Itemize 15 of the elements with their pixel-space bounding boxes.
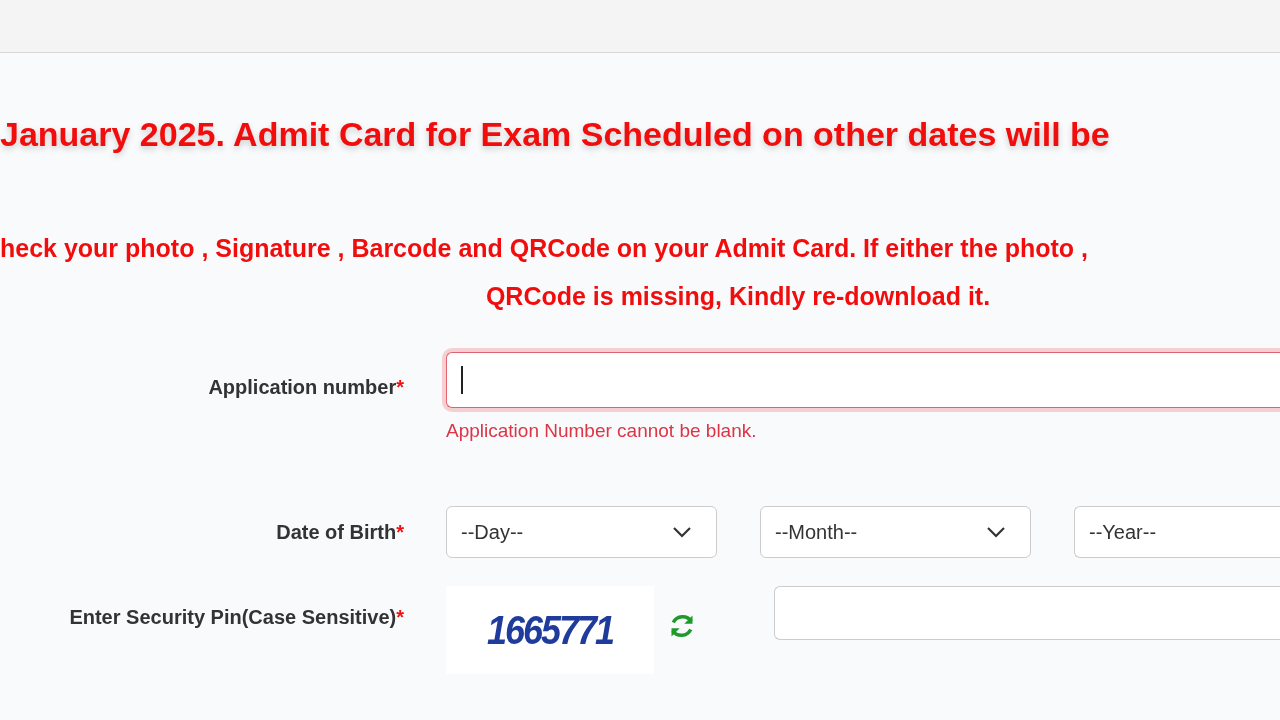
error-message: Application Number cannot be blank. [446,419,758,443]
field-label: Date of Birth* [276,519,404,545]
input-field[interactable] [774,585,1280,640]
select-dropdown[interactable]: --Month-- [760,505,1031,558]
text-caret [461,366,463,394]
notice-headline: January 2025. Admit Card for Exam Scheduled on other dates will be [0,114,1111,155]
notice-message: QRCode is missing, Kindly re-download it. [484,281,991,312]
field-label: Application number* [208,375,404,400]
chevron-icon [672,525,692,538]
field-label: Enter Security Pin(Case Sensitive)* [69,604,404,630]
select-dropdown[interactable]: --Day-- [446,505,717,558]
select-dropdown[interactable]: --Year-- [1074,505,1280,558]
captcha-image: 1665771 [446,585,654,674]
chevron-icon [986,525,1006,538]
notice-message: heck your photo , Signature , Barcode and QRCode on your Admit Card. If either the photo , [0,233,1089,264]
